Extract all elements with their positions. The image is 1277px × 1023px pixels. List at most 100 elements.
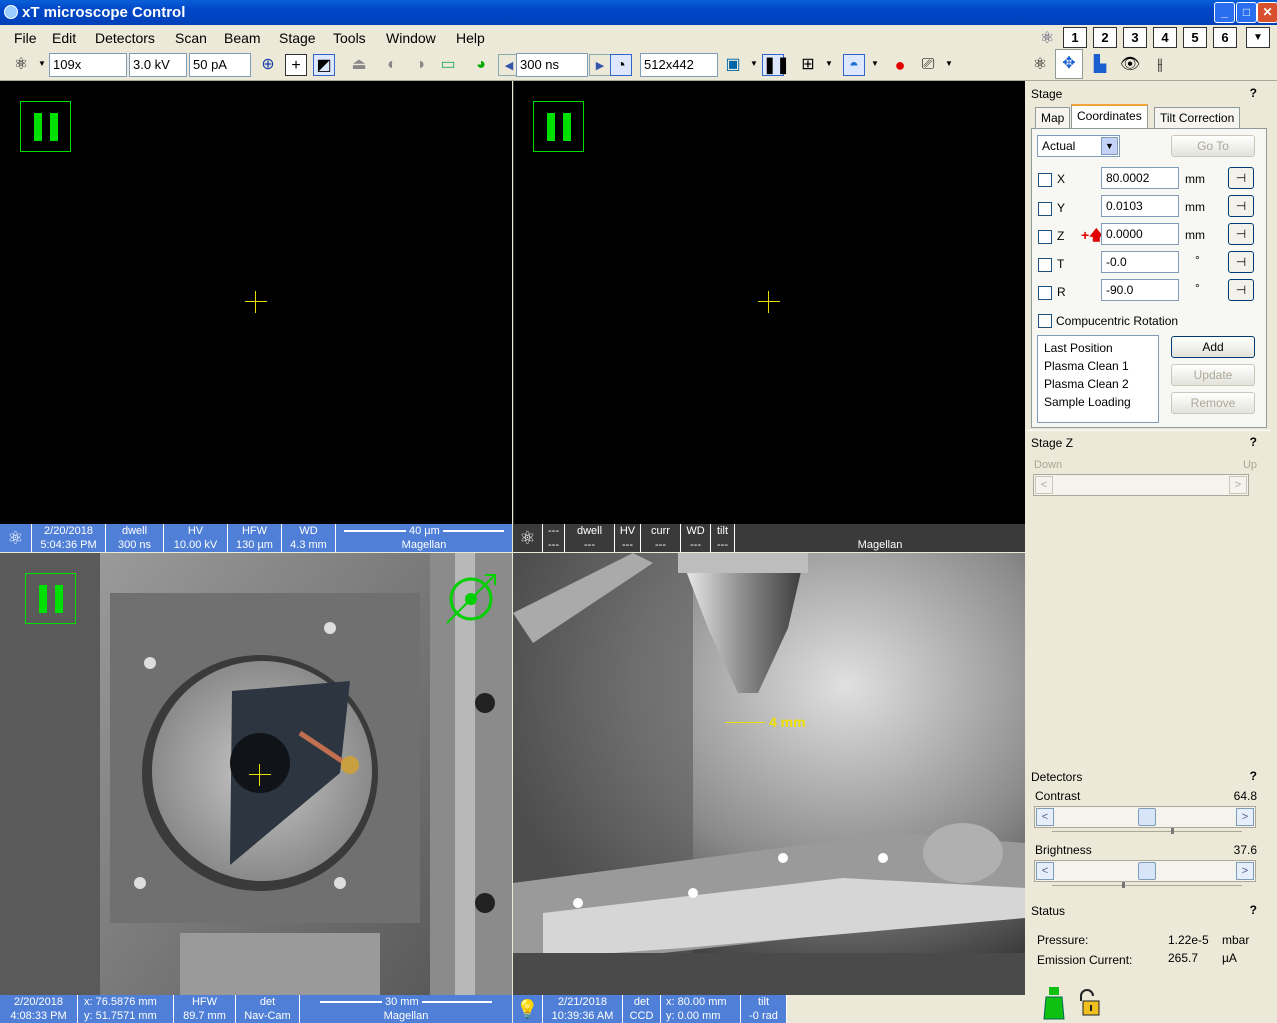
quad-layout-icon[interactable]: ⊞ <box>797 54 819 76</box>
maximize-button[interactable]: □ <box>1236 2 1257 23</box>
menu-tools[interactable]: Tools <box>333 30 366 46</box>
menu-beam[interactable]: Beam <box>224 30 261 46</box>
z-pin-button[interactable]: ⊣ <box>1228 223 1254 245</box>
list-item[interactable]: Sample Loading <box>1044 393 1152 411</box>
coordinate-mode-select[interactable]: Actual ▼ <box>1037 135 1120 157</box>
lens-align-icon[interactable]: ⏏ <box>348 54 370 76</box>
update-button[interactable]: Update <box>1171 364 1255 386</box>
help-icon[interactable]: ? <box>1250 903 1257 917</box>
stage-z-slider[interactable]: < > <box>1033 474 1249 496</box>
chevron-down-icon[interactable]: ▼ <box>750 59 758 68</box>
close-button[interactable]: ✕ <box>1257 2 1277 23</box>
quad-4-image[interactable]: 4 mm <box>513 553 1025 995</box>
list-item[interactable]: Last Position <box>1044 339 1152 357</box>
preset-6-button[interactable]: 6 <box>1213 27 1237 48</box>
brightness-slider[interactable]: < > <box>1034 860 1256 882</box>
slider-right-arrow[interactable]: > <box>1236 808 1254 826</box>
y-input[interactable]: 0.0103 <box>1101 195 1179 217</box>
list-item[interactable]: Plasma Clean 1 <box>1044 357 1152 375</box>
y-checkbox[interactable] <box>1038 202 1052 216</box>
auto-focus-icon[interactable]: ◑ <box>409 54 431 76</box>
navigation-page-icon[interactable]: ✥ <box>1055 49 1083 79</box>
chevron-down-icon[interactable]: ▼ <box>1101 137 1118 155</box>
contrast-thumb[interactable] <box>1138 808 1156 826</box>
slider-left-arrow[interactable]: < <box>1035 476 1053 494</box>
scan-speed-icon[interactable]: ◕ <box>470 54 492 76</box>
help-icon[interactable]: ? <box>1250 435 1257 449</box>
x-pin-button[interactable]: ⊣ <box>1228 167 1254 189</box>
t-pin-button[interactable]: ⊣ <box>1228 251 1254 273</box>
menu-scan[interactable]: Scan <box>175 30 207 46</box>
view-page-icon[interactable]: 👁 <box>1119 54 1141 76</box>
list-item[interactable]: Plasma Clean 2 <box>1044 375 1152 393</box>
preset-5-button[interactable]: 5 <box>1183 27 1207 48</box>
slider-left-arrow[interactable]: < <box>1036 808 1054 826</box>
preset-4-button[interactable]: 4 <box>1153 27 1177 48</box>
quad-3-image[interactable] <box>0 553 512 995</box>
help-icon[interactable]: ? <box>1250 769 1257 783</box>
crosshair-target-icon[interactable]: ⊕ <box>257 54 279 76</box>
slider-right-arrow[interactable]: > <box>1229 476 1247 494</box>
chevron-down-icon[interactable]: ▼ <box>38 59 46 68</box>
alignment-page-icon[interactable]: ⫲ <box>1149 54 1171 76</box>
brightness-fine-marker[interactable] <box>1122 882 1125 888</box>
menu-stage[interactable]: Stage <box>279 30 316 46</box>
r-input[interactable]: -90.0 <box>1101 279 1179 301</box>
tab-coordinates[interactable]: Coordinates <box>1071 104 1148 129</box>
tab-map[interactable]: Map <box>1035 107 1071 129</box>
pause-icon[interactable]: ❚❚ <box>762 54 790 76</box>
chevron-down-icon[interactable]: ▼ <box>825 59 833 68</box>
preset-dropdown-button[interactable]: ▼ <box>1246 27 1270 48</box>
menu-help[interactable]: Help <box>456 30 485 46</box>
minimize-button[interactable]: _ <box>1214 2 1235 23</box>
z-input[interactable]: 0.0000 <box>1101 223 1179 245</box>
help-icon[interactable]: ? <box>1250 86 1257 100</box>
stage-navigator-icon[interactable] <box>443 571 503 631</box>
dwell-increase-button[interactable]: ▶ <box>589 54 611 76</box>
slider-right-arrow[interactable]: > <box>1236 862 1254 880</box>
beam-current-field[interactable]: 50 pA <box>189 53 251 77</box>
x-checkbox[interactable] <box>1038 173 1052 187</box>
z-checkbox[interactable] <box>1038 230 1052 244</box>
slider-left-arrow[interactable]: < <box>1036 862 1054 880</box>
r-pin-button[interactable]: ⊣ <box>1228 279 1254 301</box>
reduced-area-icon[interactable]: ◩ <box>313 54 335 76</box>
contrast-icon[interactable]: ◐ <box>381 54 403 76</box>
quad-1-image[interactable] <box>0 81 512 524</box>
chevron-down-icon[interactable]: ▼ <box>945 59 953 68</box>
vacuum-status-icon[interactable] <box>1042 987 1066 1021</box>
magnification-field[interactable]: 109x <box>49 53 127 77</box>
chevron-down-icon[interactable]: ▼ <box>871 59 879 68</box>
goto-button[interactable]: Go To <box>1171 135 1255 157</box>
menu-detectors[interactable]: Detectors <box>95 30 155 46</box>
preset-2-button[interactable]: 2 <box>1093 27 1117 48</box>
contrast-fine-track[interactable] <box>1052 831 1242 832</box>
beam-type-icon[interactable]: ⚛ <box>10 54 32 76</box>
remove-button[interactable]: Remove <box>1171 392 1255 414</box>
camera-icon[interactable]: ▣ <box>722 54 744 76</box>
add-button[interactable]: Add <box>1171 336 1255 358</box>
contrast-slider[interactable]: < > <box>1034 806 1256 828</box>
video-icon[interactable]: ▭ <box>437 54 459 76</box>
compucentric-checkbox[interactable] <box>1038 314 1052 328</box>
brightness-thumb[interactable] <box>1138 862 1156 880</box>
center-marker-icon[interactable]: + <box>285 54 307 76</box>
t-checkbox[interactable] <box>1038 258 1052 272</box>
tab-tilt-correction[interactable]: Tilt Correction <box>1154 107 1241 129</box>
preset-3-button[interactable]: 3 <box>1123 27 1147 48</box>
lock-icon[interactable] <box>1075 989 1105 1019</box>
menu-window[interactable]: Window <box>386 30 436 46</box>
record-icon[interactable]: ● <box>889 54 911 76</box>
contrast-fine-marker[interactable] <box>1171 828 1174 834</box>
preset-1-button[interactable]: 1 <box>1063 27 1087 48</box>
quad-2-image[interactable] <box>513 81 1025 524</box>
t-input[interactable]: -0.0 <box>1101 251 1179 273</box>
resolution-field[interactable]: 512x442 <box>640 53 718 77</box>
position-list[interactable]: Last Position Plasma Clean 1 Plasma Clea… <box>1037 335 1159 423</box>
beam-page-icon[interactable]: ⚛ <box>1029 54 1051 76</box>
resolution-clock-icon[interactable]: ◔ <box>610 54 632 76</box>
menu-file[interactable]: File <box>14 30 37 46</box>
x-input[interactable]: 80.0002 <box>1101 167 1179 189</box>
brightness-fine-track[interactable] <box>1052 885 1242 886</box>
y-pin-button[interactable]: ⊣ <box>1228 195 1254 217</box>
